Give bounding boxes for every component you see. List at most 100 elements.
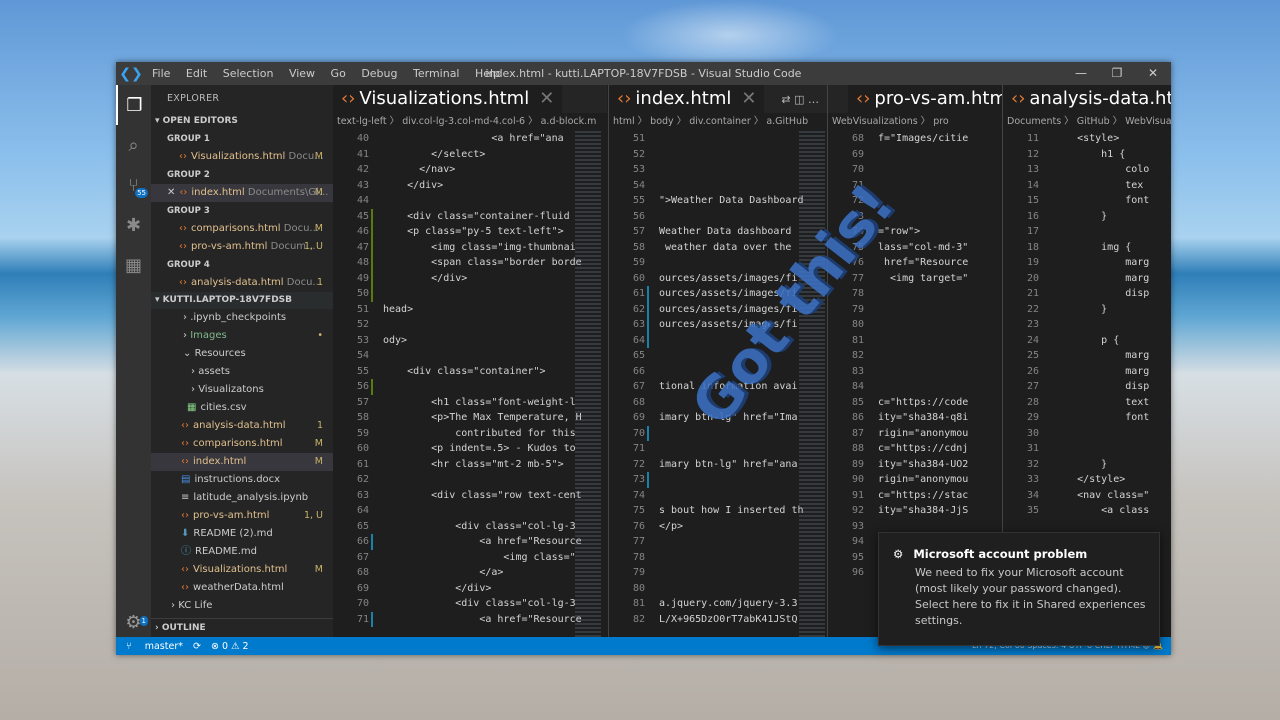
- open-editors-section[interactable]: ▾ OPEN EDITORS: [151, 113, 333, 130]
- code-line[interactable]: 80: [828, 317, 1002, 333]
- code-line[interactable]: 72: [828, 193, 1002, 209]
- code-line[interactable]: 58 <p>The Max Temperature, H: [333, 410, 607, 426]
- tree-file[interactable]: ‹› Visualizations.html M: [151, 561, 333, 579]
- tree-file[interactable]: ≡ latitude_analysis.ipynb: [151, 489, 333, 507]
- code-line[interactable]: 17: [1003, 224, 1171, 240]
- code-line[interactable]: 91 c="https://stac: [828, 488, 1002, 504]
- minimize-icon[interactable]: —: [1063, 62, 1099, 85]
- menu-help[interactable]: Help: [469, 67, 506, 80]
- code-line[interactable]: 92 ity="sha384-JjS: [828, 503, 1002, 519]
- code-line[interactable]: 56: [333, 379, 607, 395]
- code-line[interactable]: 70 <div class="col-lg-3: [333, 596, 607, 627]
- code-line[interactable]: 14 tex: [1003, 178, 1171, 194]
- tree-folder[interactable]: › KC Life: [151, 597, 333, 615]
- code-line[interactable]: 63 <div class="row text-cent: [333, 488, 607, 504]
- code-line[interactable]: 60 <p indent=.5> - Kudos to: [333, 441, 607, 457]
- code-line[interactable]: 41 </select>: [333, 147, 607, 163]
- code-line[interactable]: 69 imary btn-lg" href="Ima: [609, 410, 827, 441]
- breadcrumb[interactable]: Documents 〉 GitHub 〉 WebVisualiz: [1003, 113, 1171, 131]
- code-line[interactable]: 77 <img target=": [828, 271, 1002, 287]
- code-line[interactable]: 19 marg: [1003, 255, 1171, 271]
- outline-section[interactable]: › OUTLINE: [151, 618, 333, 637]
- code-line[interactable]: 30: [1003, 426, 1171, 442]
- code-line[interactable]: 34 <nav class=": [1003, 488, 1171, 504]
- code-line[interactable]: 67 <img class=": [333, 550, 607, 566]
- code-line[interactable]: 68 </a>: [333, 565, 607, 581]
- debug-icon[interactable]: ✱: [116, 205, 151, 245]
- code-line[interactable]: 64: [609, 333, 827, 349]
- folder-section[interactable]: ▾ KUTTI.LAPTOP-18V7FDSB: [151, 292, 333, 309]
- tree-file[interactable]: ‹› pro-vs-am.html 1, U: [151, 507, 333, 525]
- code-line[interactable]: 33 </style>: [1003, 472, 1171, 488]
- code-line[interactable]: 44: [333, 193, 607, 224]
- breadcrumb[interactable]: WebVisualizations 〉 pro: [828, 113, 1002, 131]
- code-line[interactable]: 75 lass="col-md-3": [828, 240, 1002, 256]
- code-line[interactable]: 43 </div>: [333, 178, 607, 194]
- code-line[interactable]: 42 </nav>: [333, 162, 607, 178]
- menu-go[interactable]: Go: [325, 67, 352, 80]
- code-line[interactable]: 50: [333, 286, 607, 302]
- code-line[interactable]: 26 marg: [1003, 364, 1171, 380]
- code-line[interactable]: 81: [828, 333, 1002, 349]
- code-line[interactable]: 69: [828, 147, 1002, 163]
- code-line[interactable]: 47 <img class="img-thumbnai: [333, 240, 607, 271]
- code-line[interactable]: 73: [828, 209, 1002, 225]
- code-line[interactable]: 54: [609, 178, 827, 194]
- open-editor-item[interactable]: ‹› Visualizations.html Docu... M: [151, 148, 333, 166]
- menu-selection[interactable]: Selection: [217, 67, 280, 80]
- code-line[interactable]: 15 font: [1003, 193, 1171, 209]
- problems-indicator[interactable]: ⊗ 0 ⚠ 2: [211, 641, 249, 652]
- code-line[interactable]: 12 h1 {: [1003, 147, 1171, 163]
- code-line[interactable]: 74 ="row">: [828, 224, 1002, 240]
- branch-indicator[interactable]: ⑂ master*: [126, 641, 183, 652]
- code-line[interactable]: 27 disp: [1003, 379, 1171, 395]
- code-line[interactable]: 62: [333, 472, 607, 488]
- code-line[interactable]: 20 marg: [1003, 271, 1171, 287]
- code-line[interactable]: 59 contributed for this: [333, 426, 607, 442]
- tree-file[interactable]: ⓘ README.md: [151, 543, 333, 561]
- code-editor[interactable]: 11 <style> 12 h1 {13 colo 14 tex 15 font 16 …: [1003, 131, 1171, 519]
- code-line[interactable]: 73: [609, 472, 827, 488]
- menu-file[interactable]: File: [146, 67, 176, 80]
- tree-file[interactable]: ⬇ README (2).md: [151, 525, 333, 543]
- menu-terminal[interactable]: Terminal: [407, 67, 466, 80]
- code-line[interactable]: 85 c="https://code: [828, 395, 1002, 411]
- code-line[interactable]: 25 marg: [1003, 348, 1171, 364]
- code-line[interactable]: 21 disp: [1003, 286, 1171, 302]
- code-line[interactable]: 61 <hr class="mt-2 mb-5">: [333, 457, 607, 473]
- code-line[interactable]: 81 a.jquery.com/jquery-3.3: [609, 596, 827, 612]
- code-line[interactable]: 70: [609, 426, 827, 442]
- code-line[interactable]: 74: [609, 488, 827, 504]
- code-line[interactable]: 13 colo: [1003, 162, 1171, 178]
- tab-index[interactable]: ‹› index.html ✕: [609, 85, 765, 113]
- code-line[interactable]: 89 ity="sha384-UO2: [828, 457, 1002, 473]
- code-line[interactable]: 59: [609, 255, 827, 271]
- code-line[interactable]: 55 <div class="container">: [333, 364, 607, 395]
- code-line[interactable]: 29 font: [1003, 410, 1171, 426]
- tree-folder[interactable]: ⌄ Resources: [151, 345, 333, 363]
- code-line[interactable]: 60 ources/assets/images/fi: [609, 271, 827, 302]
- code-line[interactable]: 32 }: [1003, 457, 1171, 473]
- code-line[interactable]: 18 img {: [1003, 240, 1171, 256]
- code-line[interactable]: 71: [609, 441, 827, 457]
- code-line[interactable]: 65 <div class="col-lg-3: [333, 519, 607, 550]
- tree-file[interactable]: ▦ cities.csv: [151, 399, 333, 417]
- code-line[interactable]: 40 <a href="ana: [333, 131, 607, 147]
- code-line[interactable]: 84: [828, 379, 1002, 395]
- code-line[interactable]: 62 ources/assets/images/fi: [609, 302, 827, 333]
- code-line[interactable]: 71: [828, 178, 1002, 194]
- code-line[interactable]: 45 <div class="container-fluid: [333, 209, 607, 240]
- notification-toast[interactable]: ⚙ Microsoft account problem We need to fi…: [878, 532, 1160, 646]
- minimap[interactable]: [799, 131, 825, 637]
- code-line[interactable]: 67 tional information avai: [609, 379, 827, 395]
- tab-pro-vs-am[interactable]: ‹›pro-vs-am.html✕: [848, 85, 1002, 113]
- code-line[interactable]: 46 <p class="py-5 text-left">: [333, 224, 607, 255]
- code-line[interactable]: 80: [609, 581, 827, 597]
- minimap[interactable]: [575, 131, 601, 637]
- code-line[interactable]: 16 }: [1003, 209, 1171, 225]
- search-icon[interactable]: ⌕: [116, 125, 151, 165]
- menu-debug[interactable]: Debug: [355, 67, 403, 80]
- code-line[interactable]: 82: [828, 348, 1002, 364]
- code-line[interactable]: 65: [609, 348, 827, 364]
- code-line[interactable]: 68 f="Images/citie: [828, 131, 1002, 147]
